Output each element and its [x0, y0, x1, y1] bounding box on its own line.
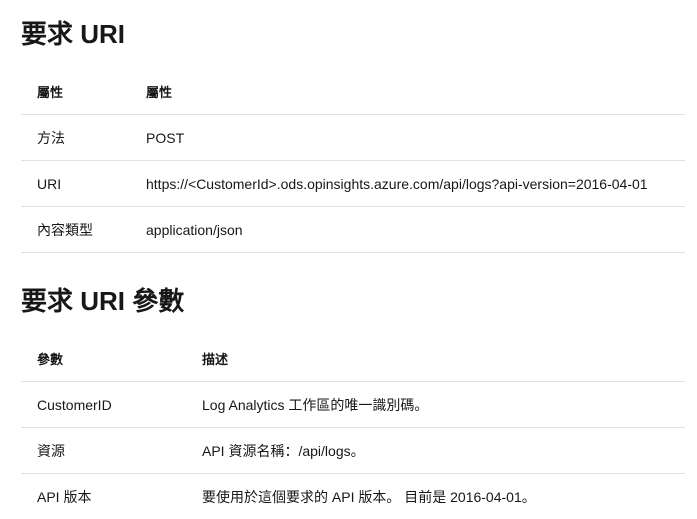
- table-row: 內容類型 application/json: [21, 207, 685, 253]
- column-header: 屬性: [21, 69, 130, 115]
- table-header-row: 參數 描述: [21, 336, 685, 382]
- table-row: 資源 API 資源名稱：/api/logs。: [21, 428, 685, 474]
- section-heading-request-uri-params: 要求 URI 參數: [21, 284, 184, 318]
- table-row: API 版本 要使用於這個要求的 API 版本。 目前是 2016-04-01。: [21, 474, 685, 519]
- column-header: 參數: [21, 336, 186, 382]
- table-row: 方法 POST: [21, 115, 685, 161]
- parameter-name-cell: 資源: [21, 428, 186, 474]
- column-header: 描述: [186, 336, 685, 382]
- parameter-name-cell: CustomerID: [21, 382, 186, 428]
- section-heading-request-uri: 要求 URI: [21, 17, 125, 51]
- parameter-description-cell: 要使用於這個要求的 API 版本。 目前是 2016-04-01。: [186, 474, 685, 519]
- column-header: 屬性: [130, 69, 685, 115]
- property-value-cell: POST: [130, 115, 685, 161]
- property-name-cell: 方法: [21, 115, 130, 161]
- table-header-row: 屬性 屬性: [21, 69, 685, 115]
- table-row: CustomerID Log Analytics 工作區的唯一識別碼。: [21, 382, 685, 428]
- property-name-cell: 內容類型: [21, 207, 130, 253]
- table-row: URI https://<CustomerId>.ods.opinsights.…: [21, 161, 685, 207]
- parameter-name-cell: API 版本: [21, 474, 186, 519]
- parameter-description-cell: Log Analytics 工作區的唯一識別碼。: [186, 382, 685, 428]
- parameter-description-cell: API 資源名稱：/api/logs。: [186, 428, 685, 474]
- property-value-cell: https://<CustomerId>.ods.opinsights.azur…: [130, 161, 685, 207]
- property-name-cell: URI: [21, 161, 130, 207]
- request-uri-table: 屬性 屬性 方法 POST URI https://<CustomerId>.o…: [21, 69, 685, 253]
- property-value-cell: application/json: [130, 207, 685, 253]
- request-uri-params-table: 參數 描述 CustomerID Log Analytics 工作區的唯一識別碼…: [21, 336, 685, 519]
